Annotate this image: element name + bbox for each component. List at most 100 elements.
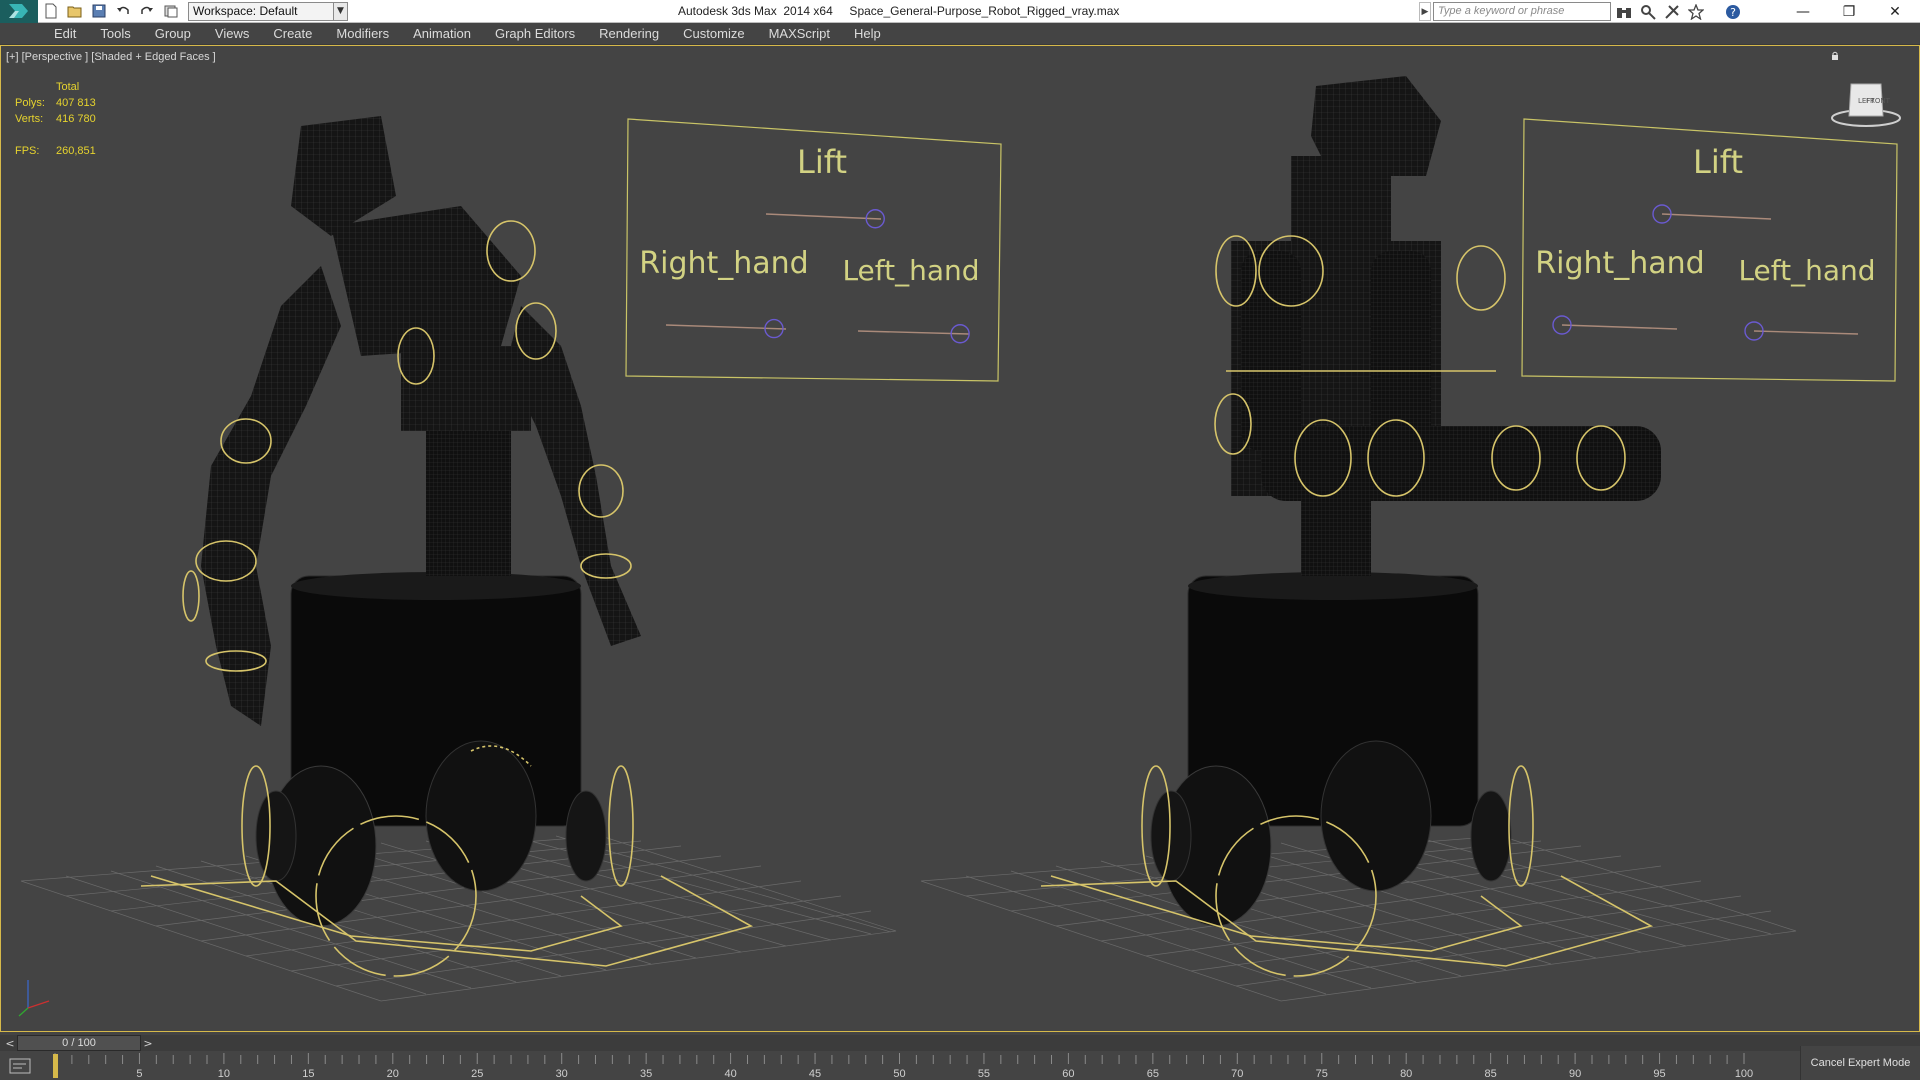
frame-tick-label: 55 <box>978 1068 990 1080</box>
stats-polys-value: 407 813 <box>56 97 96 109</box>
frame-tick-label: 50 <box>893 1068 905 1080</box>
binoculars-button[interactable] <box>1615 3 1633 20</box>
search-input[interactable]: Type a keyword or phrase <box>1433 2 1611 21</box>
left-hand-slider-track <box>1753 330 1859 335</box>
cancel-expert-mode-button[interactable]: Cancel Expert Mode <box>1800 1046 1920 1080</box>
right-hand-slider-track <box>1561 324 1678 330</box>
new-icon <box>45 3 57 19</box>
chevron-down-icon[interactable]: ▼ <box>334 1 348 21</box>
app-menu-button[interactable] <box>0 0 38 23</box>
new-scene-button[interactable] <box>40 1 62 21</box>
frame-tick-label: 85 <box>1485 1068 1497 1080</box>
right-hand-label: Right_hand <box>639 246 808 281</box>
lift-slider-track <box>765 213 882 220</box>
subscription-button[interactable] <box>1663 3 1681 20</box>
lift-slider-track <box>1661 213 1772 220</box>
menu-edit[interactable]: Edit <box>54 26 76 41</box>
menu-rendering[interactable]: Rendering <box>599 26 659 41</box>
help-button[interactable]: ? <box>1724 3 1742 20</box>
stats-total-label: Total <box>56 81 80 93</box>
subscription-icon <box>1665 4 1679 19</box>
viewport-scene[interactable]: Lift Right_hand Left_hand Lift Right_han… <box>1 46 1919 1031</box>
left-hand-slider-track <box>857 330 970 335</box>
menu-tools[interactable]: Tools <box>100 26 130 41</box>
left-hand-label: Left_hand <box>1738 254 1875 287</box>
menu-views[interactable]: Views <box>215 26 249 41</box>
menu-animation[interactable]: Animation <box>413 26 471 41</box>
restore-icon: ❐ <box>1842 3 1856 20</box>
lift-label: Lift <box>797 143 847 181</box>
search-tools-icon <box>1641 4 1656 20</box>
close-icon: ✕ <box>1889 3 1901 20</box>
menu-create[interactable]: Create <box>273 26 312 41</box>
viewcube[interactable]: LEFT FRONT <box>1831 83 1901 127</box>
frame-tick-label: 5 <box>136 1068 142 1080</box>
redo-button[interactable] <box>136 1 158 21</box>
restore-button[interactable]: ❐ <box>1826 0 1872 23</box>
right-hand-label: Right_hand <box>1535 246 1704 281</box>
undo-icon <box>117 6 129 14</box>
frame-tick-label: 35 <box>640 1068 652 1080</box>
stats-verts-value: 416 780 <box>56 113 96 125</box>
open-icon <box>67 6 82 18</box>
minimize-icon: — <box>1796 3 1810 20</box>
close-button[interactable]: ✕ <box>1872 0 1918 23</box>
frame-tick-label: 95 <box>1653 1068 1665 1080</box>
frame-tick-label: 10 <box>218 1068 230 1080</box>
menu-modifiers[interactable]: Modifiers <box>336 26 389 41</box>
communication-center-button[interactable] <box>1639 3 1657 20</box>
stats-fps-label: FPS: <box>15 145 40 157</box>
frame-tick-label: 90 <box>1569 1068 1581 1080</box>
favorites-button[interactable] <box>1687 3 1705 20</box>
viewport-label-menu[interactable]: [+] [Perspective ] [Shaded + Edged Faces… <box>6 51 216 63</box>
menu-maxscript[interactable]: MAXScript <box>769 26 830 41</box>
frame-tick-label: 100 <box>1735 1068 1753 1080</box>
left-hand-label: Left_hand <box>842 254 979 287</box>
save-icon <box>92 4 106 18</box>
track-bar[interactable]: 5 10 15 20 25 30 35 40 45 50 55 60 65 70 75 80 85 90 95 100 <box>0 1051 1800 1080</box>
robot-right[interactable] <box>1150 76 1661 927</box>
previous-frame-button[interactable]: < <box>3 1035 17 1051</box>
menu-bar: Edit Tools Group Views Create Modifiers … <box>0 23 1920 45</box>
save-file-button[interactable] <box>88 1 110 21</box>
time-slider-thumb[interactable]: 0 / 100 <box>17 1035 141 1051</box>
perspective-viewport[interactable]: Lift Right_hand Left_hand Lift Right_han… <box>0 45 1920 1032</box>
control-panel-left[interactable]: Lift Right_hand Left_hand <box>625 118 1002 382</box>
menu-help[interactable]: Help <box>854 26 881 41</box>
minimize-button[interactable]: — <box>1780 0 1826 23</box>
workspace-dropdown[interactable]: Workspace: Default <box>188 1 334 21</box>
project-folder-button[interactable] <box>160 1 182 21</box>
right-hand-slider-track <box>665 324 787 330</box>
3dsmax-window: Workspace: Default ▼ Autodesk 3ds Max 20… <box>0 0 1920 1080</box>
maxscript-listener-icon[interactable] <box>8 1056 34 1076</box>
window-title: Autodesk 3ds Max 2014 x64 Space_General-… <box>678 4 1120 18</box>
frame-tick-label: 80 <box>1400 1068 1412 1080</box>
lock-icon[interactable] <box>1830 51 1840 61</box>
menu-customize[interactable]: Customize <box>683 26 744 41</box>
menu-group[interactable]: Group <box>155 26 191 41</box>
frame-tick-label: 20 <box>387 1068 399 1080</box>
frame-tick-label: 15 <box>302 1068 314 1080</box>
next-frame-button[interactable]: > <box>141 1035 155 1051</box>
favorites-icon <box>1688 3 1704 20</box>
max-logo-icon <box>9 4 28 18</box>
help-icon: ? <box>1726 4 1740 19</box>
control-panel-right[interactable]: Lift Right_hand Left_hand <box>1521 118 1898 382</box>
undo-button[interactable] <box>112 1 134 21</box>
svg-text:?: ? <box>1730 6 1736 19</box>
open-file-button[interactable] <box>64 1 86 21</box>
frame-tick-label: 70 <box>1231 1068 1243 1080</box>
menu-graph-editors[interactable]: Graph Editors <box>495 26 575 41</box>
track-bar-ruler[interactable]: 5 10 15 20 25 30 35 40 45 50 55 60 65 70 75 80 85 90 95 100 <box>0 1051 1800 1080</box>
stats-polys-label: Polys: <box>15 97 45 109</box>
viewcube-front-label: FRONT <box>1866 97 1891 105</box>
search-expand-button[interactable]: ▶ <box>1419 2 1431 21</box>
frame-tick-label: 45 <box>809 1068 821 1080</box>
frame-tick-label: 40 <box>724 1068 736 1080</box>
frame-tick-label: 75 <box>1316 1068 1328 1080</box>
current-frame-marker[interactable] <box>53 1054 58 1078</box>
lift-label: Lift <box>1693 143 1743 181</box>
stats-fps-value: 260,851 <box>56 145 96 157</box>
time-slider[interactable]: < 0 / 100 > <box>0 1035 1920 1051</box>
robot-left[interactable] <box>201 116 641 927</box>
